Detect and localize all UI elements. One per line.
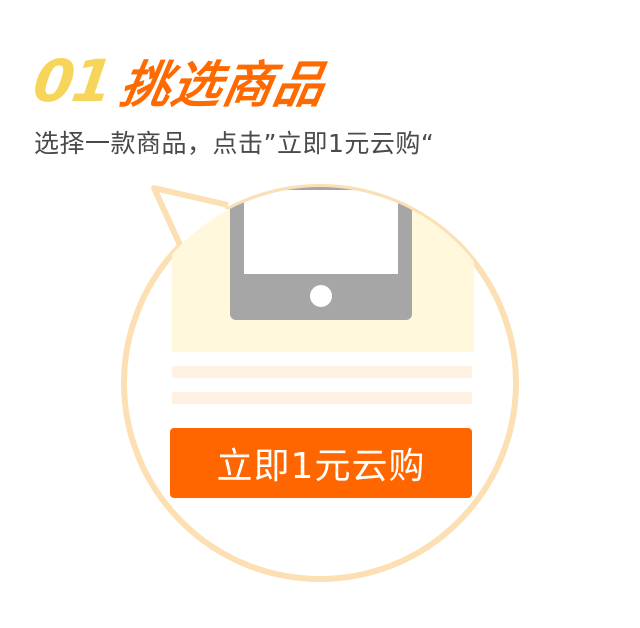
- speech-bubble-illustration: [121, 184, 519, 582]
- buy-now-button[interactable]: 立即1元云购: [170, 428, 472, 498]
- buy-now-button-label: 立即1元云购: [216, 446, 426, 487]
- mobile-phone-icon: [230, 187, 412, 320]
- placeholder-line: [172, 366, 472, 378]
- placeholder-line: [172, 392, 472, 404]
